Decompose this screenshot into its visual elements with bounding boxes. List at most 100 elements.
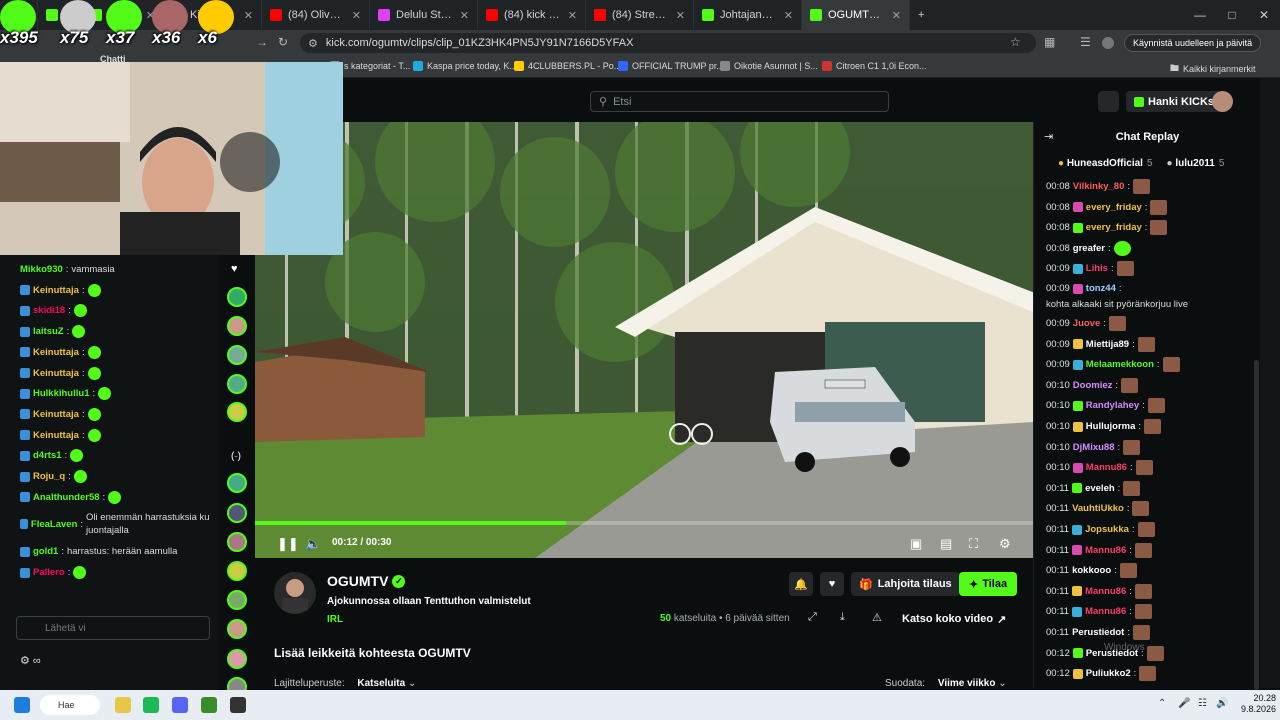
chat-username[interactable]: Keinuttaja <box>33 284 79 297</box>
chat-settings-icon[interactable]: ⚙ ∞ <box>20 654 41 667</box>
replay-username[interactable]: Perustiedot <box>1072 626 1124 639</box>
heart-icon[interactable]: ♥ <box>231 263 238 275</box>
pause-icon[interactable]: ❚❚ <box>277 536 299 552</box>
replay-username[interactable]: Vilkinky_80 <box>1073 180 1125 193</box>
fullscreen-icon[interactable]: ⛶ <box>969 536 978 552</box>
taskbar-search[interactable]: Hae <box>40 695 100 715</box>
all-bookmarks[interactable]: 🖿 Kaikki kirjanmerkit <box>1170 61 1256 77</box>
chat-username[interactable]: d4rts1 <box>33 449 62 462</box>
chatter-avatar[interactable] <box>227 561 247 581</box>
sort-control[interactable]: Lajitteluperuste: Katseluita ⌄ <box>274 678 416 689</box>
network-icon[interactable]: ☷ <box>1198 698 1207 709</box>
theater-icon[interactable]: ▤ <box>940 536 952 552</box>
follow-button[interactable]: ♥ <box>820 572 844 596</box>
chat-username[interactable]: laitsuZ <box>33 325 64 338</box>
chatter-avatar[interactable] <box>227 402 247 422</box>
chat-username[interactable]: Keinuttaja <box>33 429 79 442</box>
obs-icon[interactable] <box>230 697 246 713</box>
bookmark-item[interactable]: OFFICIAL TRUMP pr... <box>618 61 724 71</box>
scrollbar[interactable] <box>1254 360 1259 690</box>
top-gifter[interactable]: ● lulu2011 5 <box>1167 158 1225 169</box>
spotify-icon[interactable] <box>143 697 159 713</box>
url-field[interactable]: ⚙ kick.com/ogumtv/clips/clip_01KZ3HK4PN5… <box>300 33 1036 53</box>
browser-tab[interactable]: (84) kick tubetus ✕ <box>478 0 586 30</box>
subscribe-button[interactable]: ✦ Tilaa <box>959 572 1018 596</box>
chrome-icon[interactable] <box>201 697 217 713</box>
stream-category[interactable]: IRL <box>327 614 343 625</box>
user-avatar[interactable] <box>1212 91 1233 112</box>
new-tab-button[interactable]: + <box>910 0 932 30</box>
dashboard-icon[interactable] <box>1098 91 1119 112</box>
site-info-icon[interactable]: ⚙ <box>308 37 318 50</box>
replay-username[interactable]: Randylahey <box>1086 399 1139 412</box>
replay-username[interactable]: Doomiez <box>1073 379 1113 392</box>
replay-username[interactable]: every_friday <box>1086 221 1142 234</box>
minimize-icon[interactable]: — <box>1184 0 1216 30</box>
chat-username[interactable]: Keinuttaja <box>33 367 79 380</box>
replay-username[interactable]: DjMixu88 <box>1073 441 1115 454</box>
replay-username[interactable]: tonz44 <box>1086 282 1116 295</box>
chatter-avatar[interactable] <box>227 345 247 365</box>
chatter-avatar[interactable] <box>227 532 247 552</box>
chat-username[interactable]: Analthunder58 <box>33 491 100 504</box>
settings-icon[interactable]: ⚙ <box>999 536 1011 552</box>
replay-username[interactable]: Puliukko2 <box>1086 667 1131 680</box>
video-player[interactable] <box>255 122 1033 558</box>
channel-avatar[interactable] <box>274 572 316 614</box>
tab-close-icon[interactable]: ✕ <box>784 9 793 22</box>
video-progress-bar[interactable] <box>255 521 1033 525</box>
media-icon[interactable]: ☰ <box>1080 35 1091 49</box>
notification-bell-button[interactable]: 🔔 <box>789 572 813 596</box>
tab-close-icon[interactable]: ✕ <box>892 9 901 22</box>
chatter-avatar[interactable] <box>227 619 247 639</box>
chat-username[interactable]: gold1 <box>33 545 58 558</box>
chat-username[interactable]: Hulkkihullu1 <box>33 387 89 400</box>
tab-close-icon[interactable]: ✕ <box>460 9 469 22</box>
chat-input[interactable]: Lähetä vi <box>16 616 210 640</box>
replay-username[interactable]: Jopsukka <box>1085 523 1129 536</box>
replay-username[interactable]: Miettija89 <box>1086 338 1129 351</box>
bookmark-item[interactable]: Citroen C1 1,0i Econ... <box>822 61 927 71</box>
restart-update-button[interactable]: Käynnistä uudelleen ja päivitä <box>1124 34 1262 52</box>
windows-start-icon[interactable] <box>14 697 30 713</box>
replay-username[interactable]: Juove <box>1073 317 1100 330</box>
browser-tab[interactable]: OGUMTV - V ✕ <box>802 0 910 30</box>
replay-username[interactable]: Lihis <box>1086 262 1108 275</box>
pip-icon[interactable]: ▣ <box>910 536 922 552</box>
tab-close-icon[interactable]: ✕ <box>676 9 685 22</box>
replay-username[interactable]: Mannu86 <box>1085 544 1126 557</box>
clock[interactable]: 20.28 9.8.2026 <box>1240 693 1276 715</box>
tab-close-icon[interactable]: ✕ <box>568 9 577 22</box>
replay-username[interactable]: Melaamekkoon <box>1086 358 1154 371</box>
gift-sub-button[interactable]: 🎁 Lahjoita tilaus <box>851 572 960 596</box>
share-icon[interactable]: ⤢ <box>808 611 817 624</box>
replay-username[interactable]: Mannu86 <box>1085 585 1126 598</box>
volume-tray-icon[interactable]: 🔊 <box>1216 698 1228 709</box>
download-icon[interactable]: ⤓ <box>840 611 845 624</box>
discord-icon[interactable] <box>172 697 188 713</box>
collapse-chat-icon[interactable]: ⇥ <box>1044 130 1053 143</box>
chat-username[interactable]: FleaLaven <box>31 518 77 531</box>
chatter-avatar[interactable] <box>227 503 247 523</box>
bookmark-item[interactable]: Oikotie Asunnot | S... <box>720 61 818 71</box>
maximize-icon[interactable]: □ <box>1216 0 1248 30</box>
chatter-avatar[interactable] <box>227 316 247 336</box>
chat-username[interactable]: Keinuttaja <box>33 346 79 359</box>
replay-username[interactable]: eveleh <box>1085 482 1115 495</box>
watch-full-video-button[interactable]: Katso koko video ↗ <box>894 608 1014 630</box>
replay-username[interactable]: Mannu86 <box>1085 605 1126 618</box>
replay-username[interactable]: every_friday <box>1086 201 1142 214</box>
report-icon[interactable]: ⚠ <box>872 611 882 624</box>
microphone-icon[interactable]: 🎤 <box>1178 698 1190 709</box>
browser-tab[interactable]: (84) StreamiClipit ✕ <box>586 0 694 30</box>
chat-username[interactable]: Keinuttaja <box>33 408 79 421</box>
filter-control[interactable]: Suodata: Viime viikko ⌄ <box>885 678 1007 689</box>
replay-username[interactable]: kokkooo <box>1072 564 1111 577</box>
volume-icon[interactable]: 🔈 <box>305 536 321 552</box>
replay-username[interactable]: VauhtiUkko <box>1072 502 1124 515</box>
channel-name[interactable]: OGUMTV ✓ <box>327 573 406 589</box>
chat-username[interactable]: Roju_q <box>33 470 65 483</box>
chat-username[interactable]: Mikko930 <box>20 263 63 276</box>
bookmark-item[interactable]: 4CLUBBERS.PL - Po... <box>514 61 621 71</box>
file-explorer-icon[interactable] <box>115 697 131 713</box>
